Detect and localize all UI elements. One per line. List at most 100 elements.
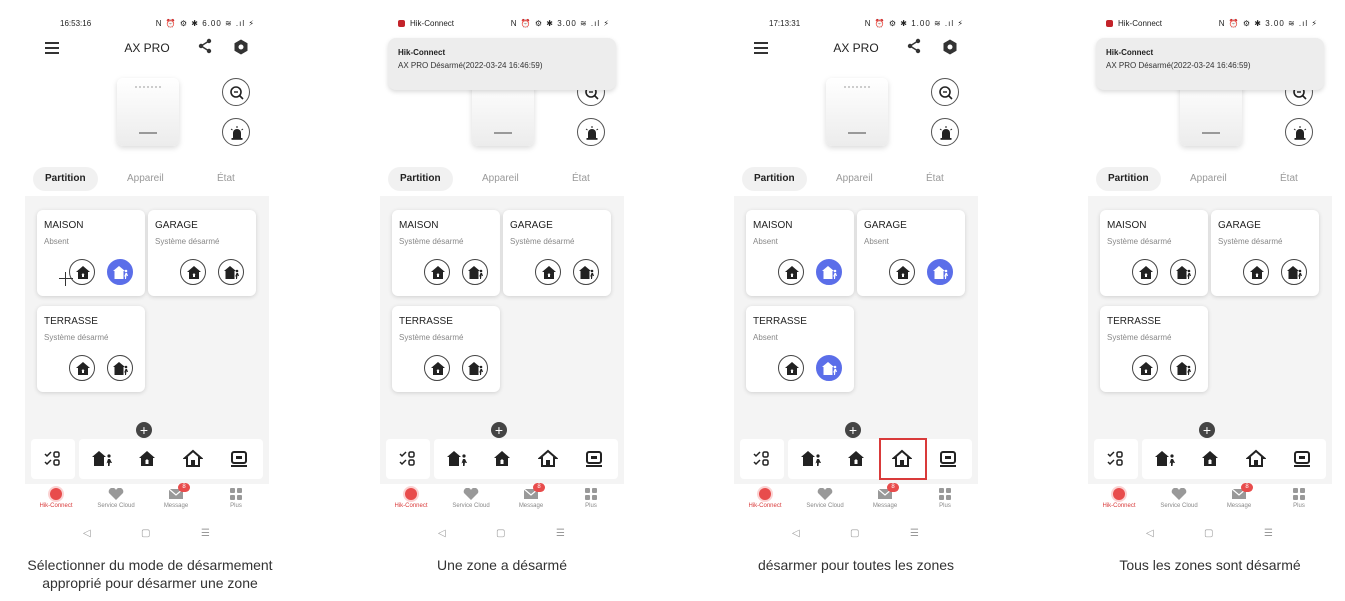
nav-service-cloud[interactable]: Service Cloud <box>1150 487 1208 509</box>
recent-apps-icon[interactable]: ☰ <box>910 528 919 539</box>
settings-icon[interactable] <box>942 39 958 55</box>
tab-etat[interactable]: État <box>926 167 944 191</box>
disarm-home-button[interactable] <box>180 259 206 285</box>
disarm-home-button[interactable] <box>778 259 804 285</box>
stay-arm-button[interactable] <box>816 259 842 285</box>
notification-banner[interactable]: Hik-Connect AX PRO Désarmé(2022-03-24 16:… <box>388 38 616 90</box>
zone-card[interactable]: MAISON Système désarmé <box>392 210 500 296</box>
nav-service-cloud[interactable]: Service Cloud <box>796 487 854 509</box>
tab-appareil[interactable]: Appareil <box>127 167 164 191</box>
home-icon[interactable]: ▢ <box>1204 528 1213 539</box>
nav-hik-connect[interactable]: Hik-Connect <box>27 488 85 509</box>
zone-card[interactable]: MAISON Système désarmé <box>1100 210 1208 296</box>
recent-apps-icon[interactable]: ☰ <box>1264 528 1273 539</box>
disarm-home-button[interactable] <box>424 355 450 381</box>
disarm-home-button[interactable] <box>69 355 95 381</box>
add-partition-button[interactable]: + <box>491 422 507 438</box>
siren-icon[interactable] <box>1285 118 1313 146</box>
disarm-all-button[interactable] <box>171 439 217 479</box>
tab-partition[interactable]: Partition <box>1096 167 1161 191</box>
nav-plus[interactable]: Plus <box>1270 488 1328 509</box>
clear-alarm-button[interactable] <box>1280 439 1326 479</box>
add-partition-button[interactable]: + <box>136 422 152 438</box>
zone-card[interactable]: GARAGE Système désarmé <box>503 210 611 296</box>
stay-arm-button[interactable] <box>816 355 842 381</box>
stay-arm-button[interactable] <box>107 259 133 285</box>
stay-arm-button[interactable] <box>462 355 488 381</box>
select-partitions-icon[interactable] <box>740 439 784 479</box>
nav-plus[interactable]: Plus <box>562 488 620 509</box>
zoom-icon[interactable] <box>931 78 959 106</box>
stay-arm-all-button[interactable] <box>1142 439 1188 479</box>
share-icon[interactable] <box>906 38 922 54</box>
nav-message[interactable]: 8 Message <box>147 483 205 509</box>
disarm-home-button[interactable] <box>778 355 804 381</box>
back-icon[interactable]: ◁ <box>438 528 446 539</box>
disarm-all-button[interactable] <box>879 438 927 480</box>
disarm-home-button[interactable] <box>1243 259 1269 285</box>
tab-partition[interactable]: Partition <box>742 167 807 191</box>
home-icon[interactable]: ▢ <box>496 528 505 539</box>
stay-arm-button[interactable] <box>218 259 244 285</box>
tab-appareil[interactable]: Appareil <box>1190 167 1227 191</box>
nav-plus[interactable]: Plus <box>207 488 265 509</box>
share-icon[interactable] <box>197 38 213 54</box>
stay-arm-button[interactable] <box>927 259 953 285</box>
back-icon[interactable]: ◁ <box>83 528 91 539</box>
disarm-home-button[interactable] <box>889 259 915 285</box>
back-icon[interactable]: ◁ <box>1146 528 1154 539</box>
zone-card[interactable]: MAISON Absent <box>37 210 145 296</box>
tab-etat[interactable]: État <box>1280 167 1298 191</box>
stay-arm-all-button[interactable] <box>788 439 834 479</box>
away-arm-all-button[interactable] <box>480 439 526 479</box>
stay-arm-button[interactable] <box>1170 355 1196 381</box>
stay-arm-button[interactable] <box>107 355 133 381</box>
clear-alarm-button[interactable] <box>572 439 618 479</box>
stay-arm-button[interactable] <box>1281 259 1307 285</box>
clear-alarm-button[interactable] <box>926 439 972 479</box>
nav-message[interactable]: 8 Message <box>502 483 560 509</box>
tab-etat[interactable]: État <box>572 167 590 191</box>
back-icon[interactable]: ◁ <box>792 528 800 539</box>
away-arm-all-button[interactable] <box>834 439 880 479</box>
nav-hik-connect[interactable]: Hik-Connect <box>1090 488 1148 509</box>
clear-alarm-button[interactable] <box>217 439 263 479</box>
tab-etat[interactable]: État <box>217 167 235 191</box>
nav-message[interactable]: 8 Message <box>856 483 914 509</box>
settings-icon[interactable] <box>233 39 249 55</box>
tab-appareil[interactable]: Appareil <box>836 167 873 191</box>
disarm-home-button[interactable] <box>1132 355 1158 381</box>
zone-card[interactable]: TERRASSE Système désarmé <box>392 306 500 392</box>
siren-icon[interactable] <box>222 118 250 146</box>
select-partitions-icon[interactable] <box>1094 439 1138 479</box>
add-partition-button[interactable]: + <box>845 422 861 438</box>
tab-partition[interactable]: Partition <box>388 167 453 191</box>
disarm-home-button[interactable] <box>424 259 450 285</box>
home-icon[interactable]: ▢ <box>850 528 859 539</box>
stay-arm-button[interactable] <box>1170 259 1196 285</box>
zone-card[interactable]: TERRASSE Système désarmé <box>1100 306 1208 392</box>
stay-arm-all-button[interactable] <box>434 439 480 479</box>
away-arm-all-button[interactable] <box>125 439 171 479</box>
away-arm-all-button[interactable] <box>1188 439 1234 479</box>
nav-hik-connect[interactable]: Hik-Connect <box>382 488 440 509</box>
zone-card[interactable]: MAISON Absent <box>746 210 854 296</box>
nav-hik-connect[interactable]: Hik-Connect <box>736 488 794 509</box>
stay-arm-button[interactable] <box>573 259 599 285</box>
nav-service-cloud[interactable]: Service Cloud <box>87 487 145 509</box>
siren-icon[interactable] <box>931 118 959 146</box>
nav-message[interactable]: 8 Message <box>1210 483 1268 509</box>
zone-card[interactable]: GARAGE Système désarmé <box>148 210 256 296</box>
nav-service-cloud[interactable]: Service Cloud <box>442 487 500 509</box>
disarm-all-button[interactable] <box>1234 439 1280 479</box>
zone-card[interactable]: TERRASSE Système désarmé <box>37 306 145 392</box>
recent-apps-icon[interactable]: ☰ <box>201 528 210 539</box>
recent-apps-icon[interactable]: ☰ <box>556 528 565 539</box>
nav-plus[interactable]: Plus <box>916 488 974 509</box>
tab-partition[interactable]: Partition <box>33 167 98 191</box>
stay-arm-all-button[interactable] <box>79 439 125 479</box>
zone-card[interactable]: GARAGE Absent <box>857 210 965 296</box>
select-partitions-icon[interactable] <box>386 439 430 479</box>
select-partitions-icon[interactable] <box>31 439 75 479</box>
siren-icon[interactable] <box>577 118 605 146</box>
